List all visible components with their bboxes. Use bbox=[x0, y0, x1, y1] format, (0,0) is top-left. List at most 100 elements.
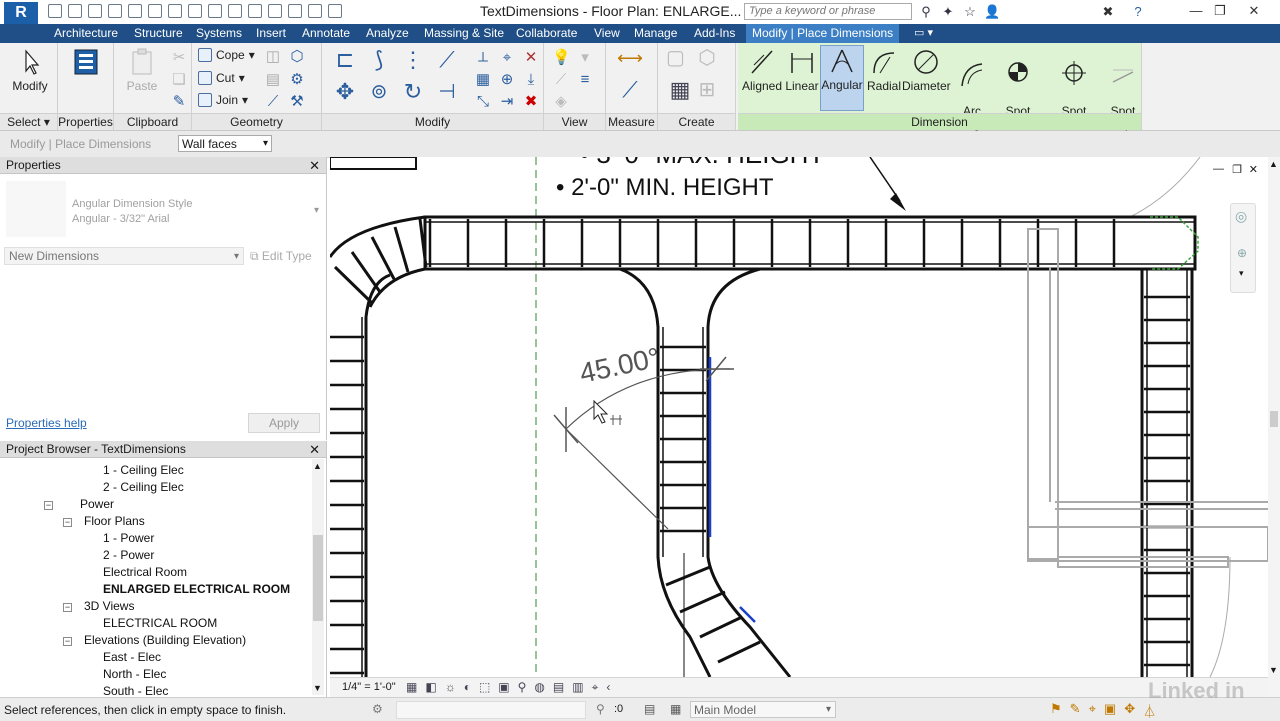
split-gap-icon[interactable]: ⇥ bbox=[498, 93, 516, 111]
diameter-dimension-button[interactable]: Diameter bbox=[902, 47, 951, 93]
cable-tray-middle[interactable] bbox=[619, 267, 792, 677]
measure-icon[interactable] bbox=[168, 4, 182, 18]
tab-view[interactable]: View bbox=[588, 24, 626, 43]
canvas-scroll-down-icon[interactable]: ▼ bbox=[1269, 665, 1278, 675]
mirror-draw-icon[interactable]: ⟋ bbox=[434, 49, 460, 77]
analytical-model-icon[interactable]: ▤ bbox=[553, 680, 564, 695]
model-icon[interactable]: ▦ bbox=[670, 702, 681, 716]
cut-button[interactable]: Cut ▾ bbox=[198, 71, 245, 85]
canvas-scroll-up-icon[interactable]: ▲ bbox=[1269, 159, 1278, 169]
drag-elements-icon[interactable]: ✥ bbox=[1124, 701, 1135, 720]
view-minimize-icon[interactable]: — bbox=[1213, 163, 1224, 175]
browser-tree-item[interactable]: ENLARGED ELECTRICAL ROOM bbox=[103, 582, 290, 596]
split-face-icon[interactable]: ◫ bbox=[264, 48, 282, 66]
paste-button[interactable]: Paste bbox=[120, 47, 164, 93]
browser-tree-item[interactable]: ELECTRICAL ROOM bbox=[103, 616, 217, 630]
browser-tree-item[interactable]: Power bbox=[80, 497, 114, 511]
worksets-icon[interactable]: ⚙ bbox=[372, 702, 383, 716]
properties-help-link[interactable]: Properties help bbox=[6, 416, 87, 430]
instance-filter-select[interactable]: New Dimensions ▾ bbox=[4, 247, 244, 265]
tree-toggle-icon[interactable]: − bbox=[63, 603, 72, 612]
zoom-icon[interactable]: ⊕ bbox=[1237, 246, 1247, 260]
pin-view-icon[interactable]: ◈ bbox=[552, 93, 570, 111]
mirror-axis-icon[interactable]: ⋮ bbox=[400, 49, 426, 77]
linear-dimension-button[interactable]: Linear bbox=[782, 47, 822, 93]
join-button[interactable]: Join ▾ bbox=[198, 93, 248, 107]
move-icon[interactable]: ✥ bbox=[332, 81, 358, 109]
tag-icon[interactable] bbox=[208, 4, 222, 18]
ribbon-display-toggle[interactable]: ▭ ▾ bbox=[908, 24, 939, 43]
delete-small-icon[interactable]: ✕ bbox=[522, 49, 540, 67]
tree-toggle-icon[interactable]: − bbox=[63, 518, 72, 527]
tab-add-ins[interactable]: Add-Ins bbox=[688, 24, 741, 43]
canvas-scrollbar[interactable]: ▲ ▼ bbox=[1268, 157, 1280, 697]
exchange-apps-icon[interactable]: ✖ bbox=[1100, 4, 1116, 20]
rotate-icon[interactable]: ↻ bbox=[400, 81, 426, 109]
copy-clipboard-icon[interactable]: ❏ bbox=[170, 71, 188, 89]
browser-tree-item[interactable]: 2 - Ceiling Elec bbox=[103, 480, 184, 494]
scale-icon[interactable]: ⤡ bbox=[474, 93, 492, 111]
sync-icon[interactable] bbox=[88, 4, 102, 18]
browser-tree-item[interactable]: South - Elec bbox=[103, 684, 168, 697]
type-properties-button[interactable] bbox=[64, 47, 108, 79]
trim-icon[interactable]: ⊣ bbox=[434, 82, 460, 109]
switch-windows-icon[interactable] bbox=[328, 4, 342, 18]
shape-edit-icon[interactable]: ⟋ bbox=[264, 93, 282, 111]
design-options-icon[interactable]: ▤ bbox=[644, 702, 655, 716]
modify-button[interactable]: Modify bbox=[8, 47, 52, 93]
create-assembly-icon[interactable]: ⬡ bbox=[698, 48, 716, 68]
close-browser-icon[interactable]: ✕ bbox=[309, 441, 320, 458]
tab-collaborate[interactable]: Collaborate bbox=[510, 24, 583, 43]
copy-icon[interactable]: ⊚ bbox=[366, 82, 392, 109]
linework-icon[interactable]: ⟋ bbox=[552, 71, 570, 89]
nav-dropdown-icon[interactable]: ▾ bbox=[1239, 268, 1244, 279]
apply-button[interactable]: Apply bbox=[248, 413, 320, 433]
browser-scroll-thumb[interactable] bbox=[313, 535, 323, 621]
crop-view-icon[interactable]: ⬚ bbox=[479, 680, 490, 695]
redo-icon[interactable] bbox=[128, 4, 142, 18]
tab-insert[interactable]: Insert bbox=[250, 24, 292, 43]
binoculars-icon[interactable]: ⚲ bbox=[918, 4, 934, 20]
cable-tray-left[interactable] bbox=[330, 317, 368, 677]
reveal-hidden-icon[interactable]: ◍ bbox=[534, 680, 544, 695]
cable-tray-top[interactable] bbox=[423, 215, 1197, 271]
search-input[interactable]: Type a keyword or phrase bbox=[744, 3, 912, 20]
offset-icon[interactable]: ⟆ bbox=[366, 49, 392, 77]
type-dropdown-icon[interactable]: ▾ bbox=[314, 205, 319, 216]
measure-along-icon[interactable]: ⟋ bbox=[612, 79, 648, 101]
type-selector[interactable]: Angular Dimension Style Angular - 3/32" … bbox=[72, 197, 192, 227]
tab-analyze[interactable]: Analyze bbox=[360, 24, 415, 43]
tab-manage[interactable]: Manage bbox=[628, 24, 683, 43]
view-close-icon[interactable]: ✕ bbox=[1249, 163, 1258, 176]
dimension-icon[interactable] bbox=[188, 4, 202, 18]
tab-structure[interactable]: Structure bbox=[128, 24, 189, 43]
unpin-icon[interactable]: ⌖ bbox=[498, 49, 516, 67]
scroll-up-icon[interactable]: ▲ bbox=[313, 461, 322, 471]
close-button[interactable]: ✕ bbox=[1240, 2, 1268, 20]
section-icon[interactable] bbox=[268, 4, 282, 18]
close-hidden-icon[interactable] bbox=[308, 4, 322, 18]
create-parts-icon[interactable]: ▦ bbox=[666, 79, 694, 107]
browser-tree-item[interactable]: 1 - Power bbox=[103, 531, 154, 545]
restore-button[interactable]: ❐ bbox=[1206, 2, 1234, 20]
open-icon[interactable] bbox=[48, 4, 62, 18]
angular-dimension-button[interactable]: Angular bbox=[820, 45, 864, 111]
detail-level-icon[interactable]: ▦ bbox=[406, 680, 417, 695]
tab-annotate[interactable]: Annotate bbox=[296, 24, 356, 43]
browser-tree-item[interactable]: 2 - Power bbox=[103, 548, 154, 562]
browser-tree-item[interactable]: Electrical Room bbox=[103, 565, 187, 579]
pin-icon[interactable]: ⊕ bbox=[498, 71, 516, 89]
subscription-icon[interactable]: ✦ bbox=[940, 4, 956, 20]
collapse-arrow-icon[interactable]: ‹ bbox=[606, 680, 610, 695]
wall-joins-icon[interactable]: ⬡ bbox=[288, 48, 306, 66]
user-sign-in-icon[interactable]: 👤 bbox=[984, 4, 1000, 20]
browser-tree-item[interactable]: Floor Plans bbox=[84, 514, 145, 528]
text-icon[interactable] bbox=[228, 4, 242, 18]
highlight-displacement-icon[interactable]: ▥ bbox=[572, 680, 583, 695]
create-group-icon[interactable]: ⊞ bbox=[698, 80, 716, 100]
select-underlay-icon[interactable]: ✎ bbox=[1070, 701, 1081, 720]
trim-single-icon[interactable]: ⤓ bbox=[522, 71, 540, 89]
visual-style-icon[interactable]: ◧ bbox=[425, 680, 436, 695]
save-icon[interactable] bbox=[68, 4, 82, 18]
browser-scrollbar[interactable]: ▲ ▼ bbox=[312, 459, 324, 695]
